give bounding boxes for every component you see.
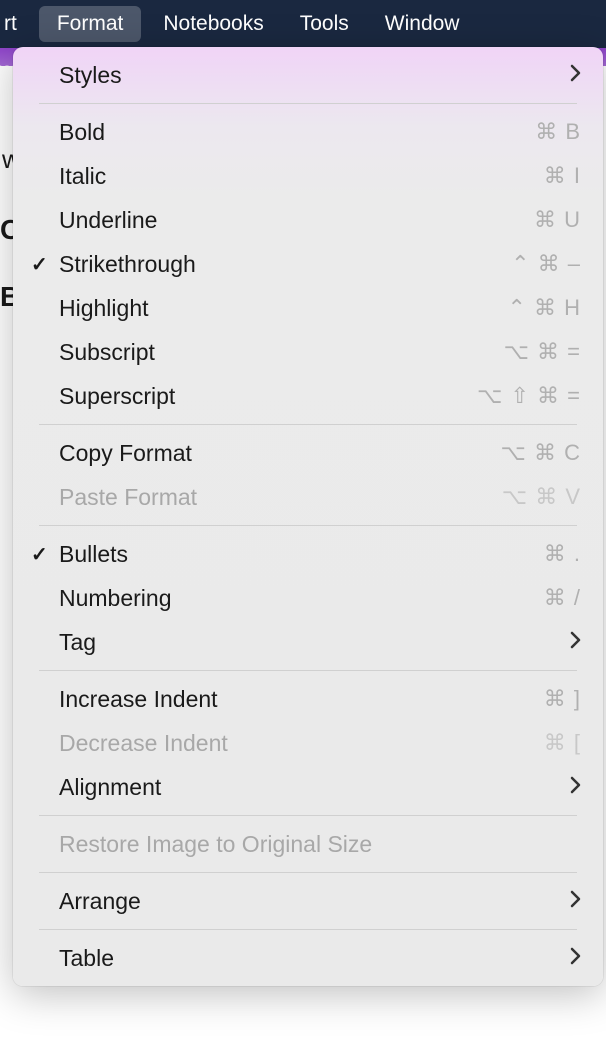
menu-separator bbox=[39, 424, 577, 425]
menu-item-label: Numbering bbox=[59, 585, 544, 612]
menu-item-label: Strikethrough bbox=[59, 251, 511, 278]
chevron-right-icon bbox=[570, 887, 581, 915]
chevron-right-icon bbox=[570, 944, 581, 972]
menu-item-shortcut: ⌘ U bbox=[534, 207, 581, 233]
format-dropdown-menu: StylesBold⌘ BItalic⌘ IUnderline⌘ U✓Strik… bbox=[13, 47, 603, 986]
menu-separator bbox=[39, 670, 577, 671]
menu-item-shortcut: ⌘ / bbox=[544, 585, 581, 611]
menu-item-label: Arrange bbox=[59, 888, 560, 915]
menu-item-numbering[interactable]: Numbering⌘ / bbox=[13, 576, 603, 620]
menu-separator bbox=[39, 525, 577, 526]
menu-item-table[interactable]: Table bbox=[13, 936, 603, 980]
menu-item-arrange[interactable]: Arrange bbox=[13, 879, 603, 923]
menu-item-shortcut: ⌃ ⌘ H bbox=[507, 295, 581, 321]
menu-item-decrease-indent: Decrease Indent⌘ [ bbox=[13, 721, 603, 765]
check-column: ✓ bbox=[31, 542, 59, 567]
menu-item-italic[interactable]: Italic⌘ I bbox=[13, 154, 603, 198]
menu-item-label: Bullets bbox=[59, 541, 544, 568]
menubar-item-insert[interactable]: rt bbox=[0, 0, 35, 48]
menu-item-label: Tag bbox=[59, 629, 560, 656]
menu-item-shortcut: ⌥ ⌘ C bbox=[501, 440, 581, 466]
menu-item-shortcut: ⌥ ⇧ ⌘ = bbox=[477, 383, 581, 409]
menu-item-bold[interactable]: Bold⌘ B bbox=[13, 110, 603, 154]
menu-item-styles[interactable]: Styles bbox=[13, 53, 603, 97]
menubar-item-window[interactable]: Window bbox=[367, 0, 478, 48]
menubar: rt Format Notebooks Tools Window bbox=[0, 0, 606, 48]
menu-item-shortcut: ⌥ ⌘ V bbox=[502, 484, 581, 510]
chevron-right-icon bbox=[570, 773, 581, 801]
menu-item-label: Decrease Indent bbox=[59, 730, 544, 757]
menu-item-label: Subscript bbox=[59, 339, 504, 366]
menu-item-increase-indent[interactable]: Increase Indent⌘ ] bbox=[13, 677, 603, 721]
check-column: ✓ bbox=[31, 252, 59, 277]
menu-separator bbox=[39, 103, 577, 104]
menu-item-shortcut: ⌘ ] bbox=[544, 686, 581, 712]
menu-item-label: Superscript bbox=[59, 383, 477, 410]
menubar-item-notebooks[interactable]: Notebooks bbox=[145, 0, 281, 48]
chevron-right-icon bbox=[570, 628, 581, 656]
menu-separator bbox=[39, 872, 577, 873]
menu-item-shortcut: ⌘ B bbox=[535, 119, 581, 145]
menu-item-label: Copy Format bbox=[59, 440, 501, 467]
menu-item-shortcut: ⌥ ⌘ = bbox=[504, 339, 581, 365]
menu-item-shortcut: ⌃ ⌘ – bbox=[511, 251, 581, 277]
menu-item-restore-image-to-original-size: Restore Image to Original Size bbox=[13, 822, 603, 866]
menu-separator bbox=[39, 815, 577, 816]
menu-item-shortcut: ⌘ I bbox=[544, 163, 581, 189]
menubar-item-format[interactable]: Format bbox=[39, 6, 142, 42]
checkmark-icon: ✓ bbox=[31, 252, 48, 277]
menu-item-tag[interactable]: Tag bbox=[13, 620, 603, 664]
menu-item-shortcut: ⌘ . bbox=[544, 541, 581, 567]
menu-item-alignment[interactable]: Alignment bbox=[13, 765, 603, 809]
menu-item-label: Highlight bbox=[59, 295, 507, 322]
menu-item-subscript[interactable]: Subscript⌥ ⌘ = bbox=[13, 330, 603, 374]
menubar-item-tools[interactable]: Tools bbox=[282, 0, 367, 48]
menu-item-label: Underline bbox=[59, 207, 534, 234]
chevron-right-icon bbox=[570, 61, 581, 89]
menu-item-label: Restore Image to Original Size bbox=[59, 831, 581, 858]
menu-item-label: Bold bbox=[59, 119, 535, 146]
menu-item-label: Styles bbox=[59, 62, 560, 89]
menu-item-label: Italic bbox=[59, 163, 544, 190]
menu-item-superscript[interactable]: Superscript⌥ ⇧ ⌘ = bbox=[13, 374, 603, 418]
menu-item-underline[interactable]: Underline⌘ U bbox=[13, 198, 603, 242]
menu-separator bbox=[39, 929, 577, 930]
menu-item-label: Paste Format bbox=[59, 484, 502, 511]
checkmark-icon: ✓ bbox=[31, 542, 48, 567]
menu-item-copy-format[interactable]: Copy Format⌥ ⌘ C bbox=[13, 431, 603, 475]
menu-item-paste-format: Paste Format⌥ ⌘ V bbox=[13, 475, 603, 519]
menu-item-highlight[interactable]: Highlight⌃ ⌘ H bbox=[13, 286, 603, 330]
menu-item-label: Increase Indent bbox=[59, 686, 544, 713]
menu-item-strikethrough[interactable]: ✓ Strikethrough⌃ ⌘ – bbox=[13, 242, 603, 286]
menu-item-label: Table bbox=[59, 945, 560, 972]
menu-item-label: Alignment bbox=[59, 774, 560, 801]
menu-item-shortcut: ⌘ [ bbox=[544, 730, 581, 756]
menu-item-bullets[interactable]: ✓ Bullets⌘ . bbox=[13, 532, 603, 576]
